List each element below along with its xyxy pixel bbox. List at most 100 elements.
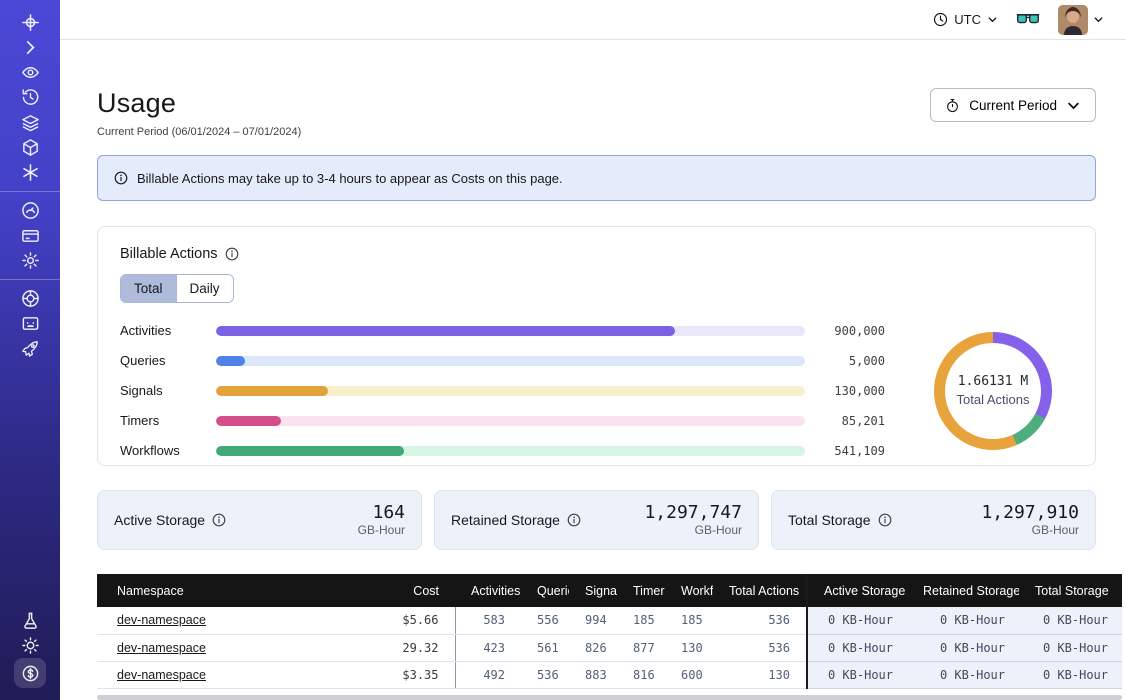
namespaces-eye-icon[interactable] bbox=[13, 60, 47, 85]
info-banner: Billable Actions may take up to 3-4 hour… bbox=[97, 155, 1096, 201]
labs-flask-icon[interactable] bbox=[13, 608, 47, 633]
table-header-row: NamespaceCostActivitiesQueriesSignalsTim… bbox=[97, 574, 1122, 607]
column-header-total-actions: Total Actions bbox=[713, 574, 807, 607]
active-storage-card: Active Storage 164 GB-Hour bbox=[97, 490, 422, 550]
table-row: dev-namespace$3.354925368838166001300 KB… bbox=[97, 661, 1122, 688]
settings-gear-icon[interactable] bbox=[13, 248, 47, 273]
chevron-down-icon bbox=[987, 14, 998, 25]
table-row: dev-namespace29.324235618268771305360 KB… bbox=[97, 634, 1122, 661]
layers-icon[interactable] bbox=[13, 110, 47, 135]
namespace-link[interactable]: dev-namespace bbox=[117, 668, 206, 682]
total-storage-value: 1,297,910 bbox=[981, 503, 1079, 523]
tab-total[interactable]: Total bbox=[121, 275, 176, 302]
cell-timers: 877 bbox=[617, 634, 665, 661]
bar-category-label: Signals bbox=[120, 383, 202, 398]
info-icon[interactable] bbox=[212, 513, 226, 527]
cell-queries: 556 bbox=[521, 607, 569, 634]
total-actions-label: Total Actions bbox=[957, 392, 1030, 407]
support-lifebuoy-icon[interactable] bbox=[13, 286, 47, 311]
cell-workflows: 185 bbox=[665, 607, 713, 634]
cell-retained-storage: 0 KB-Hour bbox=[907, 607, 1019, 634]
current-period-subtitle: Current Period (06/01/2024 – 07/01/2024) bbox=[97, 126, 301, 138]
info-icon[interactable] bbox=[567, 513, 581, 527]
namespace-usage-table: NamespaceCostActivitiesQueriesSignalsTim… bbox=[97, 574, 1096, 700]
bar-row: Queries 5,000 bbox=[120, 353, 885, 368]
bar-value: 541,109 bbox=[819, 444, 885, 458]
bar-fill bbox=[216, 356, 245, 366]
cell-namespace: dev-namespace bbox=[97, 607, 347, 634]
billable-bar-chart: Activities 900,000 Queries 5,000 Signals… bbox=[120, 323, 913, 458]
cell-total-actions: 536 bbox=[713, 607, 807, 634]
cell-activities: 423 bbox=[455, 634, 521, 661]
column-header-timers: Timers bbox=[617, 574, 665, 607]
user-menu[interactable] bbox=[1058, 5, 1104, 35]
sidebar-divider bbox=[0, 279, 60, 280]
timezone-label: UTC bbox=[954, 12, 981, 27]
cell-namespace: dev-namespace bbox=[97, 661, 347, 688]
cell-total-storage: 0 KB-Hour bbox=[1019, 661, 1122, 688]
feedback-monitor-icon[interactable] bbox=[13, 311, 47, 336]
cell-total-actions: 536 bbox=[713, 634, 807, 661]
column-header-namespace: Namespace bbox=[97, 574, 347, 607]
billable-actions-title: Billable Actions bbox=[120, 246, 218, 262]
temporal-logo-icon[interactable] bbox=[13, 10, 47, 35]
bar-row: Activities 900,000 bbox=[120, 323, 885, 338]
total-storage-card: Total Storage 1,297,910 GB-Hour bbox=[771, 490, 1096, 550]
period-selector-label: Current Period bbox=[969, 98, 1057, 113]
bar-value: 130,000 bbox=[819, 384, 885, 398]
cell-cost: $5.66 bbox=[347, 607, 455, 634]
chevron-down-icon bbox=[1093, 14, 1104, 25]
cell-retained-storage: 0 KB-Hour bbox=[907, 634, 1019, 661]
clock-icon bbox=[933, 12, 948, 27]
bar-row: Signals 130,000 bbox=[120, 383, 885, 398]
cell-total-actions: 130 bbox=[713, 661, 807, 688]
asterisk-icon[interactable] bbox=[13, 160, 47, 185]
cell-total-storage: 0 KB-Hour bbox=[1019, 634, 1122, 661]
bar-fill bbox=[216, 386, 328, 396]
bar-track bbox=[216, 446, 805, 456]
cell-total-storage: 0 KB-Hour bbox=[1019, 607, 1122, 634]
cell-workflows: 600 bbox=[665, 661, 713, 688]
namespace-link[interactable]: dev-namespace bbox=[117, 641, 206, 655]
cell-retained-storage: 0 KB-Hour bbox=[907, 661, 1019, 688]
table-row: dev-namespace$5.665835569941851855360 KB… bbox=[97, 607, 1122, 634]
cell-active-storage: 0 KB-Hour bbox=[807, 661, 907, 688]
period-selector-button[interactable]: Current Period bbox=[930, 88, 1096, 122]
info-icon[interactable] bbox=[878, 513, 892, 527]
cell-cost: 29.32 bbox=[347, 634, 455, 661]
bar-track bbox=[216, 326, 805, 336]
bar-category-label: Workflows bbox=[120, 443, 202, 458]
total-storage-label: Total Storage bbox=[788, 512, 871, 528]
table-body: dev-namespace$5.665835569941851855360 KB… bbox=[97, 607, 1122, 688]
bar-value: 5,000 bbox=[819, 354, 885, 368]
retained-storage-label: Retained Storage bbox=[451, 512, 560, 528]
usage-dollar-icon[interactable] bbox=[14, 658, 46, 688]
collapse-chevron-icon[interactable] bbox=[13, 35, 47, 60]
billing-card-icon[interactable] bbox=[13, 223, 47, 248]
usage-gauge-icon[interactable] bbox=[13, 198, 47, 223]
cell-timers: 816 bbox=[617, 661, 665, 688]
theme-sun-icon[interactable] bbox=[13, 633, 47, 658]
total-storage-unit: GB-Hour bbox=[981, 523, 1079, 537]
timezone-selector[interactable]: UTC bbox=[933, 12, 998, 27]
horizontal-scrollbar[interactable] bbox=[97, 695, 1122, 700]
tab-daily[interactable]: Daily bbox=[176, 275, 233, 302]
history-clock-icon[interactable] bbox=[13, 85, 47, 110]
retained-storage-unit: GB-Hour bbox=[644, 523, 742, 537]
retained-storage-value: 1,297,747 bbox=[644, 503, 742, 523]
cell-active-storage: 0 KB-Hour bbox=[807, 634, 907, 661]
sidebar bbox=[0, 0, 60, 700]
info-icon[interactable] bbox=[225, 247, 239, 261]
cell-activities: 583 bbox=[455, 607, 521, 634]
cell-namespace: dev-namespace bbox=[97, 634, 347, 661]
chevron-down-icon bbox=[1066, 98, 1081, 113]
namespace-link[interactable]: dev-namespace bbox=[117, 613, 206, 627]
column-header-signals: Signals bbox=[569, 574, 617, 607]
glasses-icon[interactable] bbox=[1016, 12, 1040, 28]
bar-row: Timers 85,201 bbox=[120, 413, 885, 428]
bar-category-label: Queries bbox=[120, 353, 202, 368]
column-header-workflows: Workflows bbox=[665, 574, 713, 607]
cube-icon[interactable] bbox=[13, 135, 47, 160]
billable-view-tabs: Total Daily bbox=[120, 274, 234, 303]
rocket-icon[interactable] bbox=[13, 336, 47, 361]
